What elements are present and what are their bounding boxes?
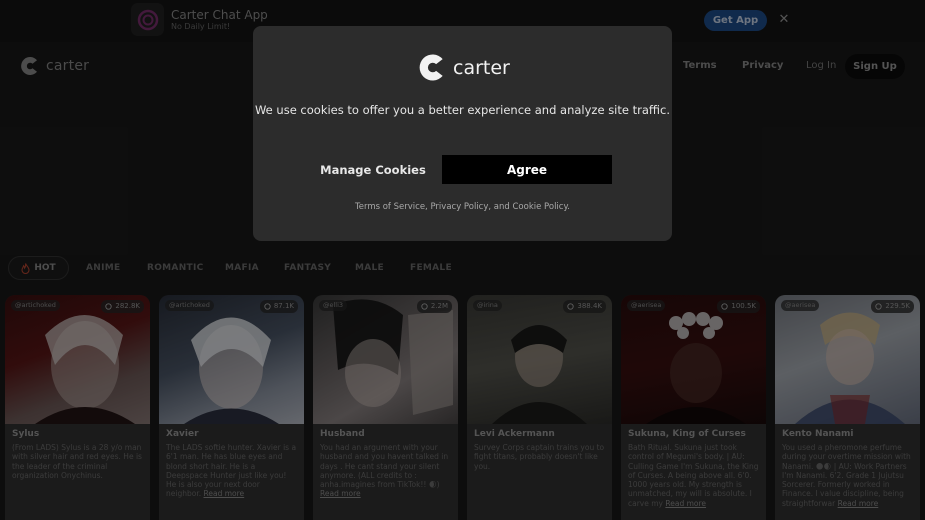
manage-cookies-button[interactable]: Manage Cookies	[311, 156, 435, 184]
app-root: Carter Chat App No Daily Limit! Get App …	[0, 0, 925, 520]
terms-of-service-link[interactable]: Terms of Service	[355, 202, 425, 212]
privacy-policy-link[interactable]: Privacy Policy	[430, 202, 488, 212]
modal-logo: carter	[418, 53, 510, 82]
cookie-policy-link[interactable]: Cookie Policy	[513, 202, 568, 212]
agree-button[interactable]: Agree	[442, 155, 612, 184]
cookie-consent-modal: carter We use cookies to offer you a bet…	[253, 26, 672, 241]
modal-logo-text: carter	[453, 56, 510, 79]
carter-logo-icon	[419, 54, 443, 81]
cookie-message: We use cookies to offer you a better exp…	[254, 103, 670, 117]
policy-links: Terms of Service, Privacy Policy, and Co…	[355, 202, 570, 212]
